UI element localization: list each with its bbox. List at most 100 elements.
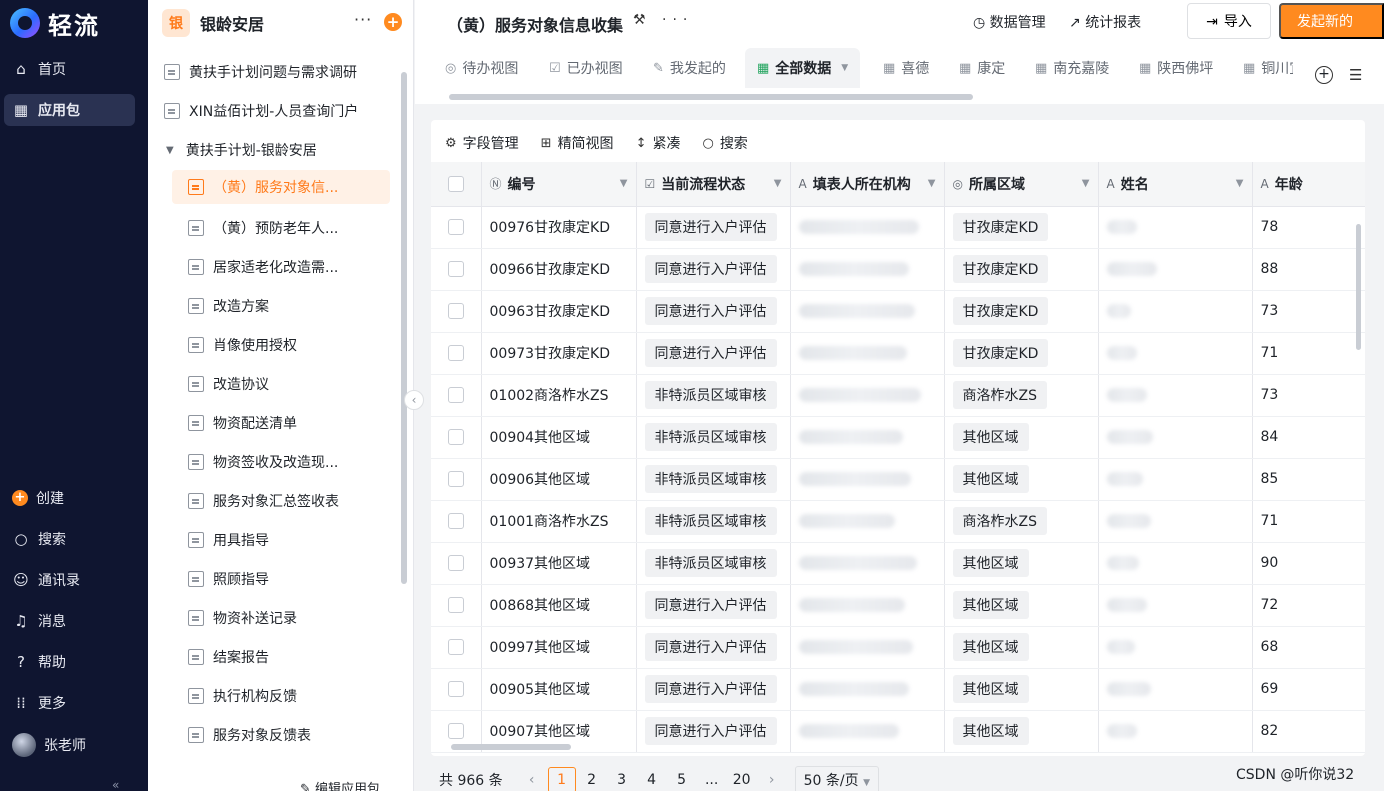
- column-header[interactable]: Ⓝ 编号 ▼: [481, 162, 637, 207]
- table-row[interactable]: 00997其他区域 同意进行入户评估 其他区域 68: [431, 626, 1365, 669]
- chevron-down-icon[interactable]: ▼: [774, 178, 782, 189]
- sidebar-item[interactable]: 物资配送清单: [188, 406, 398, 440]
- column-header[interactable]: ◎ 所属区域 ▼: [944, 162, 1099, 207]
- view-list-icon[interactable]: ☰: [1349, 66, 1362, 84]
- chevron-down-icon[interactable]: ▼: [620, 178, 628, 189]
- tab-mine[interactable]: ✎ 我发起的: [653, 48, 726, 88]
- chevron-down-icon[interactable]: ▼: [1236, 178, 1244, 189]
- tab-nanchong[interactable]: ▦ 南充嘉陵: [1035, 48, 1109, 88]
- tabs-scrollbar[interactable]: [449, 94, 973, 100]
- nav-item-user[interactable]: 张老师: [4, 729, 135, 761]
- sidebar-item[interactable]: 用具指导: [188, 523, 398, 557]
- density-button[interactable]: ↕ 紧凑: [636, 132, 681, 154]
- tab-done[interactable]: ☑ 已办视图: [549, 48, 623, 88]
- page-button[interactable]: 1: [547, 767, 576, 791]
- sidebar-item[interactable]: 照顾指导: [188, 562, 398, 596]
- tab-xide[interactable]: ▦ 喜德: [883, 48, 929, 88]
- table-row[interactable]: 00966甘孜康定KD 同意进行入户评估 甘孜康定KD 88: [431, 248, 1365, 291]
- select-all-checkbox[interactable]: [447, 175, 464, 192]
- more-icon[interactable]: ···: [662, 12, 693, 28]
- sidebar-item-active[interactable]: （黄）服务对象信...: [172, 170, 390, 204]
- compact-view-button[interactable]: ⊞ 精简视图: [541, 132, 614, 154]
- sidebar-item[interactable]: 执行机构反馈: [188, 679, 398, 713]
- page-button[interactable]: 3: [607, 772, 637, 788]
- sidebar-item[interactable]: （黄）预防老年人...: [188, 211, 398, 245]
- row-checkbox[interactable]: [447, 345, 464, 361]
- more-icon[interactable]: ···: [354, 10, 372, 29]
- new-submission-button[interactable]: 发起新的: [1279, 3, 1384, 39]
- table-row[interactable]: 00868其他区域 同意进行入户评估 其他区域 72: [431, 584, 1365, 627]
- stats-report-link[interactable]: ↗ 统计报表: [1069, 12, 1141, 32]
- sidebar-item[interactable]: 肖像使用授权: [188, 328, 398, 362]
- chevron-down-icon[interactable]: ▼: [1082, 178, 1090, 189]
- import-button[interactable]: ⇥ 导入: [1187, 3, 1271, 39]
- column-header[interactable]: A 年龄: [1252, 162, 1365, 207]
- sidebar-item[interactable]: 结案报告: [188, 640, 398, 674]
- table-search-button[interactable]: ○ 搜索: [702, 132, 747, 154]
- page-size-select[interactable]: 50 条/页 ▼: [794, 766, 879, 791]
- sidebar-folder[interactable]: ▼ 黄扶手计划-银龄安居: [166, 133, 398, 167]
- prev-page-icon[interactable]: ‹: [517, 772, 547, 788]
- nav-item-more[interactable]: ⁞⁞ 更多: [4, 687, 135, 719]
- edit-app-package-link[interactable]: ✎ 编辑应用包: [300, 778, 380, 791]
- table-row[interactable]: 00973甘孜康定KD 同意进行入户评估 甘孜康定KD 71: [431, 332, 1365, 375]
- table-row[interactable]: 00904其他区域 非特派员区域审核 其他区域 84: [431, 416, 1365, 459]
- table-row[interactable]: 00963甘孜康定KD 同意进行入户评估 甘孜康定KD 73: [431, 290, 1365, 333]
- page-button[interactable]: 20: [727, 772, 757, 788]
- wrench-icon[interactable]: ⚒: [633, 12, 652, 28]
- sidebar-item[interactable]: 服务对象汇总签收表: [188, 484, 398, 518]
- tab-todo[interactable]: ◎ 待办视图: [445, 48, 518, 88]
- nav-item-create[interactable]: + 创建: [4, 482, 135, 514]
- row-checkbox[interactable]: [447, 303, 464, 319]
- table-row[interactable]: 00906其他区域 非特派员区域审核 其他区域 85: [431, 458, 1365, 501]
- sidebar-item[interactable]: 改造协议: [188, 367, 398, 401]
- column-header[interactable]: A 填表人所在机构 ▼: [790, 162, 945, 207]
- page-button[interactable]: 5: [667, 772, 697, 788]
- table-row[interactable]: 00937其他区域 非特派员区域审核 其他区域 90: [431, 542, 1365, 585]
- sidebar-scrollbar[interactable]: [401, 72, 407, 584]
- table-horizontal-scrollbar[interactable]: [451, 744, 571, 750]
- nav-item-contacts[interactable]: ☺ 通讯录: [4, 564, 135, 596]
- column-header[interactable]: ☑ 当前流程状态 ▼: [636, 162, 791, 207]
- add-view-icon[interactable]: +: [1315, 66, 1333, 84]
- nav-item-home[interactable]: ⌂ 首页: [4, 53, 135, 85]
- tab-foping[interactable]: ▦ 陕西佛坪: [1139, 48, 1213, 88]
- row-checkbox[interactable]: [447, 681, 464, 697]
- collapse-sidebar-icon[interactable]: ‹: [404, 390, 424, 410]
- row-checkbox[interactable]: [447, 429, 464, 445]
- row-checkbox[interactable]: [447, 513, 464, 529]
- data-manage-link[interactable]: ◷ 数据管理: [973, 12, 1046, 32]
- row-checkbox[interactable]: [447, 261, 464, 277]
- sidebar-item[interactable]: 黄扶手计划问题与需求调研: [164, 55, 398, 89]
- row-checkbox[interactable]: [447, 555, 464, 571]
- table-vertical-scrollbar[interactable]: [1356, 224, 1361, 350]
- row-checkbox[interactable]: [447, 471, 464, 487]
- nav-item-search[interactable]: ○ 搜索: [4, 523, 135, 555]
- page-button[interactable]: 2: [577, 772, 607, 788]
- tab-tongchuan[interactable]: ▦ 铜川宜: [1243, 48, 1293, 88]
- nav-item-help[interactable]: ? 帮助: [4, 646, 135, 678]
- page-button[interactable]: 4: [637, 772, 667, 788]
- nav-item-app-packages[interactable]: ▦ 应用包: [4, 94, 135, 126]
- sidebar-item[interactable]: 物资签收及改造现...: [188, 445, 398, 479]
- tab-kangding[interactable]: ▦ 康定: [959, 48, 1005, 88]
- table-row[interactable]: 00905其他区域 同意进行入户评估 其他区域 69: [431, 668, 1365, 711]
- sidebar-item[interactable]: 服务对象反馈表: [188, 718, 398, 752]
- sidebar-item[interactable]: 居家适老化改造需...: [188, 250, 398, 284]
- chevron-down-icon[interactable]: ▼: [928, 178, 936, 189]
- sidebar-item[interactable]: XIN益佰计划-人员查询门户: [164, 94, 398, 128]
- table-row[interactable]: 01002商洛柞水ZS 非特派员区域审核 商洛柞水ZS 73: [431, 374, 1365, 417]
- tab-all-data[interactable]: ▦ 全部数据 ▼: [745, 48, 861, 88]
- table-row[interactable]: 01001商洛柞水ZS 非特派员区域审核 商洛柞水ZS 71: [431, 500, 1365, 543]
- table-row[interactable]: 00976甘孜康定KD 同意进行入户评估 甘孜康定KD 78: [431, 206, 1365, 249]
- nav-item-messages[interactable]: ♫ 消息: [4, 605, 135, 637]
- logo[interactable]: 轻流: [10, 6, 100, 40]
- sidebar-item[interactable]: 改造方案: [188, 289, 398, 323]
- row-checkbox[interactable]: [447, 387, 464, 403]
- sidebar-item[interactable]: 物资补送记录: [188, 601, 398, 635]
- row-checkbox[interactable]: [447, 219, 464, 235]
- chevron-down-icon[interactable]: ▼: [841, 63, 848, 73]
- page-ellipsis[interactable]: ...: [697, 772, 727, 788]
- add-icon[interactable]: +: [384, 13, 402, 31]
- row-checkbox[interactable]: [447, 723, 464, 739]
